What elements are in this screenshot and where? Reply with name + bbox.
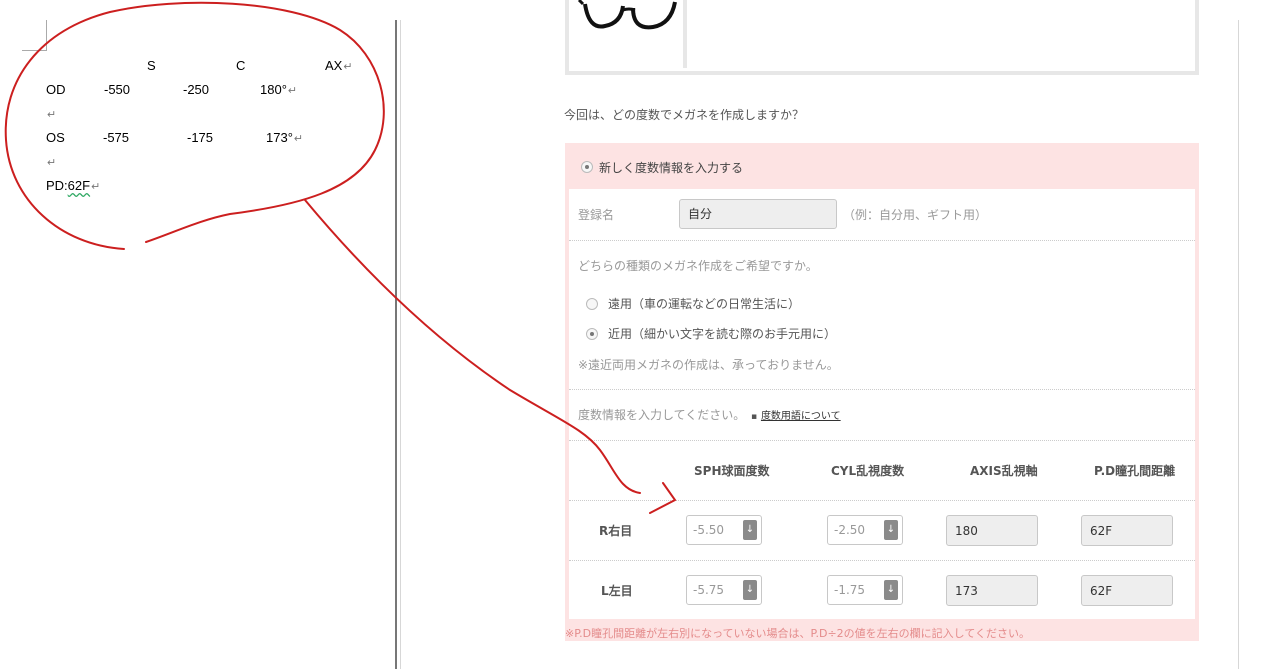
os-axis: 173°↵ xyxy=(266,130,304,145)
dropdown-arrow-icon: ↓ xyxy=(743,520,757,540)
glasses-icon xyxy=(577,0,677,30)
axis-right-input[interactable]: 180 xyxy=(946,515,1038,546)
registration-hint: （例：自分用、ギフト用） xyxy=(843,208,988,222)
glasses-thumbnail xyxy=(575,0,687,68)
header-s: S xyxy=(147,58,156,73)
bifocal-note: ※遠近両用メガネの作成は、承っておりません。 xyxy=(578,358,839,372)
new-prescription-label[interactable]: 新しく度数情報を入力する xyxy=(599,159,743,176)
os-label: OS xyxy=(46,130,65,145)
pd-left-input[interactable]: 62F xyxy=(1081,575,1173,606)
cyl-left-select[interactable]: -1.75 ↓ xyxy=(827,575,903,605)
axis-left-input[interactable]: 173 xyxy=(946,575,1038,606)
question-text: 今回は、どの度数でメガネを作成しますか？ xyxy=(564,108,805,122)
dropdown-arrow-icon: ↓ xyxy=(743,580,757,600)
window-edge xyxy=(1238,20,1239,669)
type-question: どちらの種類のメガネ作成をご希望ですか。 xyxy=(578,259,818,273)
sph-left-select[interactable]: -5.75 ↓ xyxy=(686,575,762,605)
cyl-right-select[interactable]: -2.50 ↓ xyxy=(827,515,903,545)
registration-name-input[interactable]: 自分 xyxy=(679,199,837,229)
distance-radio[interactable] xyxy=(586,298,598,310)
divider xyxy=(569,500,1195,501)
form-body xyxy=(569,189,1195,619)
web-form-pane: 今回は、どの度数でメガネを作成しますか？ 新しく度数情報を入力する 登録名 自分… xyxy=(401,0,1238,669)
document-pane: S C AX↵ OD -550 -250 180°↵ ↵ OS -575 -17… xyxy=(0,0,395,669)
od-axis: 180°↵ xyxy=(260,82,298,97)
os-cylinder: -175 xyxy=(187,130,214,145)
near-radio[interactable] xyxy=(586,328,598,340)
divider xyxy=(569,440,1195,441)
row-label-right: R右目 xyxy=(599,524,633,538)
column-sph: SPH球面度数 xyxy=(694,464,770,478)
dropdown-arrow-icon: ↓ xyxy=(884,580,898,600)
page-corner-mark xyxy=(22,20,47,51)
column-pd: P.D瞳孔間距離 xyxy=(1094,464,1176,478)
column-cyl: CYL乱視度数 xyxy=(831,464,905,478)
od-label: OD xyxy=(46,82,66,97)
product-box xyxy=(565,0,1199,75)
paragraph-mark: ↵ xyxy=(47,109,57,121)
os-sphere: -575 xyxy=(103,130,130,145)
divider xyxy=(569,240,1195,241)
prescription-prompt: 度数情報を入力してください。 xyxy=(578,408,746,422)
near-label[interactable]: 近用（細かい文字を読む際のお手元用に） xyxy=(608,325,836,342)
od-cylinder: -250 xyxy=(183,82,210,97)
pd-line: PD:62F↵ xyxy=(46,178,101,193)
new-prescription-radio[interactable] xyxy=(581,161,593,173)
registration-label: 登録名 xyxy=(578,208,615,222)
header-c: C xyxy=(236,58,246,73)
divider xyxy=(569,560,1195,561)
column-axis: AXIS乱視軸 xyxy=(970,464,1038,478)
row-label-left: L左目 xyxy=(601,584,633,598)
paragraph-mark: ↵ xyxy=(47,157,57,169)
pd-footer-note: ※P.D瞳孔間距離が左右別になっていない場合は、P.D÷2の値を左右の欄に記入し… xyxy=(565,627,1030,640)
pane-divider[interactable] xyxy=(395,20,397,669)
sph-right-select[interactable]: -5.50 ↓ xyxy=(686,515,762,545)
pd-right-input[interactable]: 62F xyxy=(1081,515,1173,546)
link-icon: ▪︎ xyxy=(751,412,758,422)
header-ax: AX↵ xyxy=(325,58,353,73)
terms-link[interactable]: ▪︎ 度数用語について xyxy=(751,407,841,422)
dropdown-arrow-icon: ↓ xyxy=(884,520,898,540)
divider xyxy=(569,389,1195,390)
od-sphere: -550 xyxy=(104,82,131,97)
distance-label[interactable]: 遠用（車の運転などの日常生活に） xyxy=(608,295,800,312)
